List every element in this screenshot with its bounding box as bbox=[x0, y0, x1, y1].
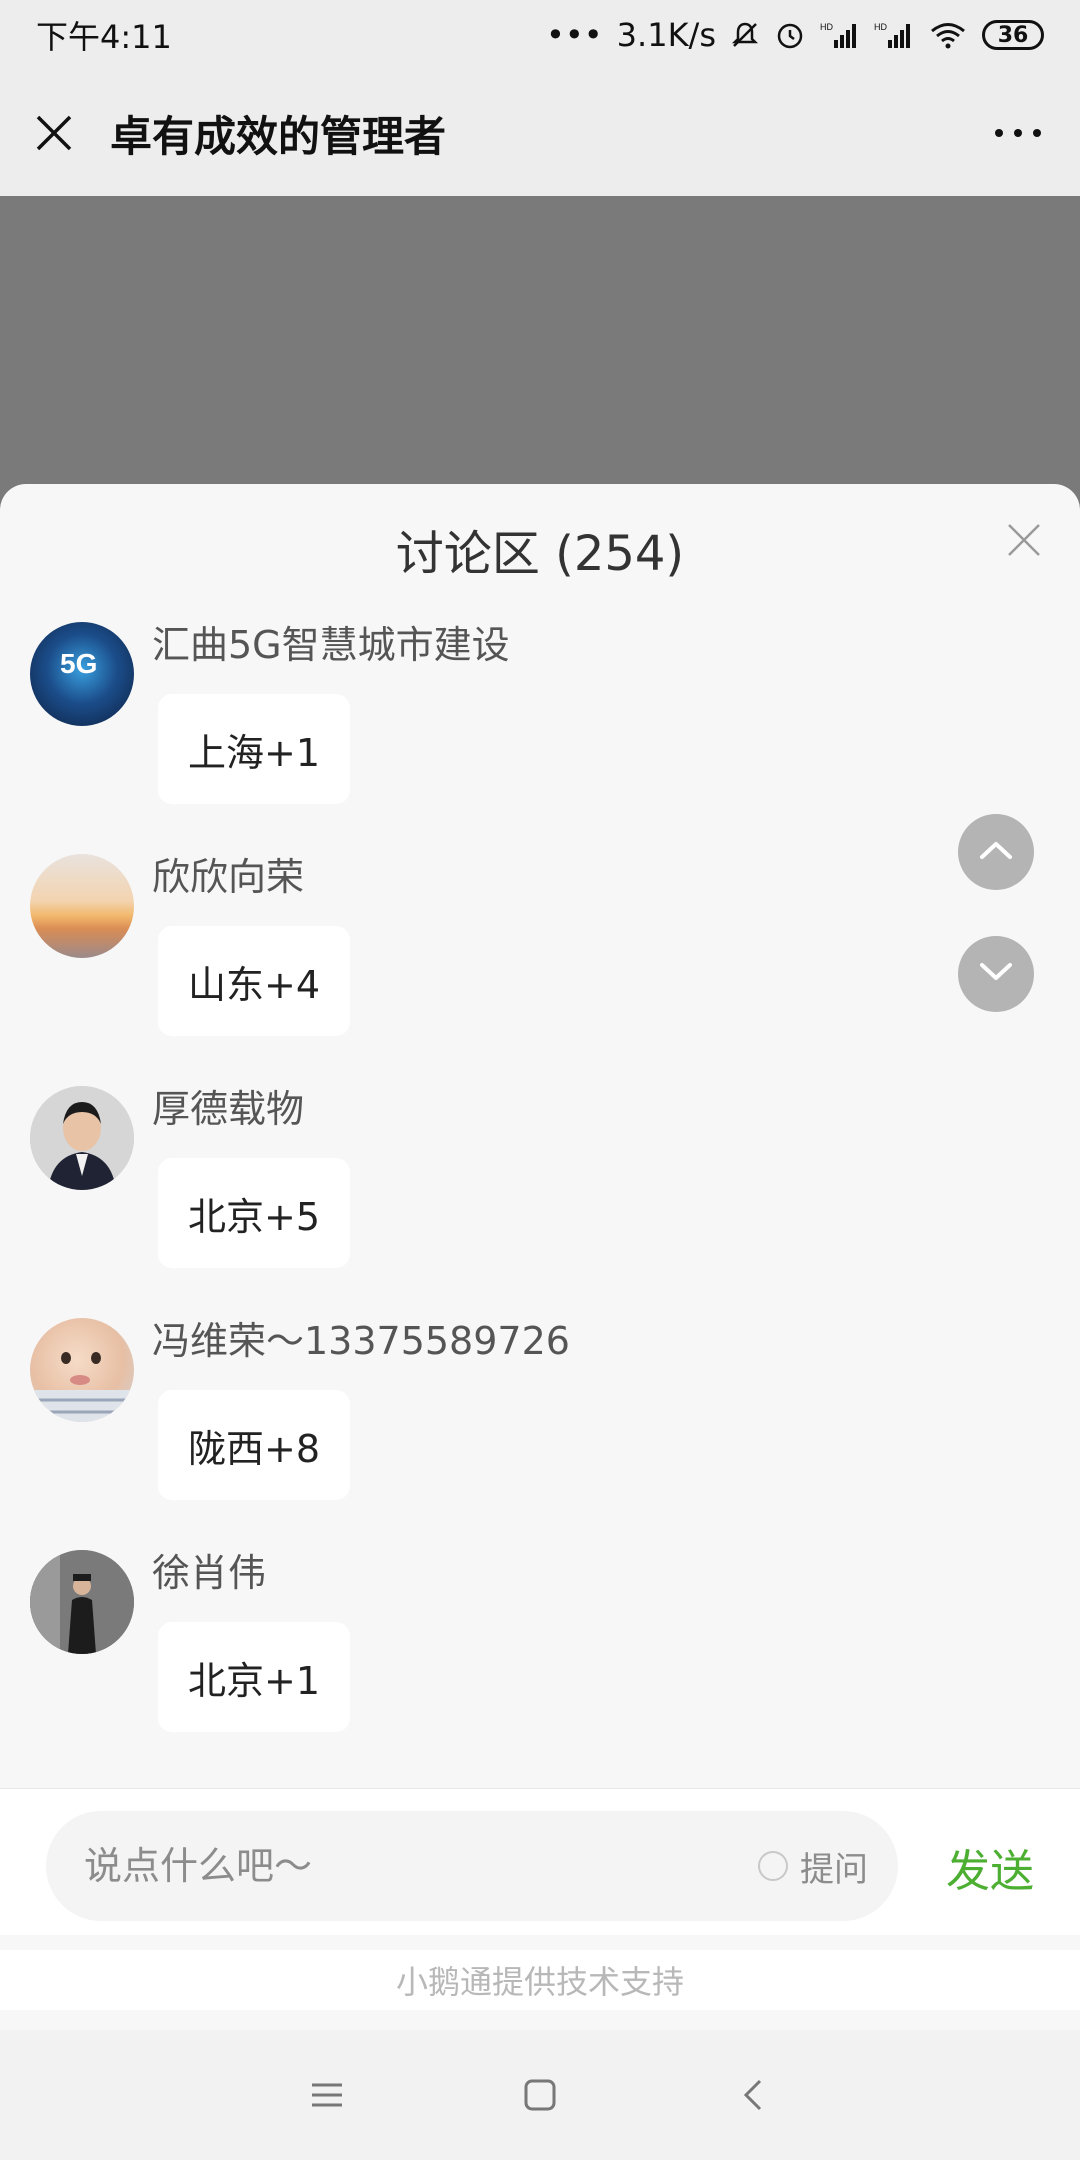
dimmed-content-area[interactable] bbox=[0, 196, 1080, 486]
alarm-icon bbox=[774, 19, 806, 51]
message-input-container: 提问 bbox=[46, 1811, 898, 1921]
avatar bbox=[30, 1318, 134, 1422]
message-author: 厚德载物 bbox=[152, 1087, 305, 1131]
mute-icon bbox=[730, 20, 760, 50]
more-dots-icon: ••• bbox=[546, 16, 603, 54]
status-time: 下午4:11 bbox=[36, 18, 172, 56]
signal-hd-icon: HD bbox=[874, 20, 914, 50]
avatar-logo-text: 5G bbox=[60, 648, 98, 679]
discussion-title: 讨论区 (254) bbox=[395, 526, 685, 582]
avatar bbox=[30, 1086, 134, 1190]
message-bubble: 陇西+8 bbox=[158, 1390, 351, 1500]
message-author: 欣欣向荣 bbox=[152, 855, 305, 899]
powered-by-text: 小鹅通提供技术支持 bbox=[0, 1950, 1080, 2010]
message-input[interactable] bbox=[82, 1843, 758, 1889]
chevron-up-icon bbox=[978, 839, 1014, 865]
signal-hd-icon: HD bbox=[820, 20, 860, 50]
message-author: 徐肖伟 bbox=[152, 1551, 267, 1595]
list-item: 5G 汇曲5G智慧城市建设 上海+1 bbox=[0, 622, 1080, 854]
battery-icon: 36 bbox=[982, 20, 1044, 50]
system-nav-bar bbox=[0, 2030, 1080, 2160]
scroll-down-button[interactable] bbox=[958, 936, 1034, 1012]
scroll-up-button[interactable] bbox=[958, 814, 1034, 890]
list-item: 徐肖伟 北京+1 bbox=[0, 1550, 1080, 1782]
radio-circle-icon bbox=[758, 1851, 788, 1881]
list-item: 欣欣向荣 山东+4 bbox=[0, 854, 1080, 1086]
avatar: 5G bbox=[30, 622, 134, 726]
sheet-header: 讨论区 (254) bbox=[0, 484, 1080, 614]
menu-icon[interactable] bbox=[297, 2065, 357, 2125]
message-bubble: 山东+4 bbox=[158, 926, 351, 1036]
close-icon[interactable] bbox=[1002, 518, 1046, 562]
ask-question-toggle[interactable]: 提问 bbox=[758, 1842, 868, 1891]
message-author: 冯维荣～13375589726 bbox=[152, 1319, 570, 1363]
close-icon[interactable] bbox=[32, 111, 76, 155]
send-button[interactable]: 发送 bbox=[946, 1835, 1034, 1899]
discussion-sheet: 讨论区 (254) 5G 汇曲5G智慧城市建设 上海+1 欣欣向荣 山东+4 厚… bbox=[0, 484, 1080, 2030]
list-item: 厚德载物 北京+5 bbox=[0, 1086, 1080, 1318]
wifi-icon bbox=[928, 20, 968, 50]
top-nav: 卓有成效的管理者 bbox=[0, 70, 1080, 196]
avatar bbox=[30, 854, 134, 958]
status-icons: ••• 3.1K/s HD HD 36 bbox=[546, 16, 1044, 54]
chevron-down-icon bbox=[978, 961, 1014, 987]
svg-text:HD: HD bbox=[874, 22, 887, 32]
avatar bbox=[30, 1550, 134, 1654]
ask-question-label: 提问 bbox=[800, 1849, 868, 1890]
message-bubble: 上海+1 bbox=[158, 694, 351, 804]
more-icon[interactable] bbox=[988, 111, 1048, 155]
page-title: 卓有成效的管理者 bbox=[110, 111, 447, 161]
back-icon[interactable] bbox=[723, 2065, 783, 2125]
message-bubble: 北京+5 bbox=[158, 1158, 351, 1268]
network-speed: 3.1K/s bbox=[616, 16, 716, 54]
home-icon[interactable] bbox=[510, 2065, 570, 2125]
svg-text:HD: HD bbox=[820, 22, 833, 32]
input-bar: 提问 发送 bbox=[0, 1788, 1080, 1935]
message-bubble: 北京+1 bbox=[158, 1622, 351, 1732]
message-list[interactable]: 5G 汇曲5G智慧城市建设 上海+1 欣欣向荣 山东+4 厚德载物 北京+5 冯… bbox=[0, 622, 1080, 1782]
list-item: 冯维荣～13375589726 陇西+8 bbox=[0, 1318, 1080, 1550]
message-author: 汇曲5G智慧城市建设 bbox=[152, 623, 510, 667]
status-bar: 下午4:11 ••• 3.1K/s HD HD 36 bbox=[0, 0, 1080, 70]
